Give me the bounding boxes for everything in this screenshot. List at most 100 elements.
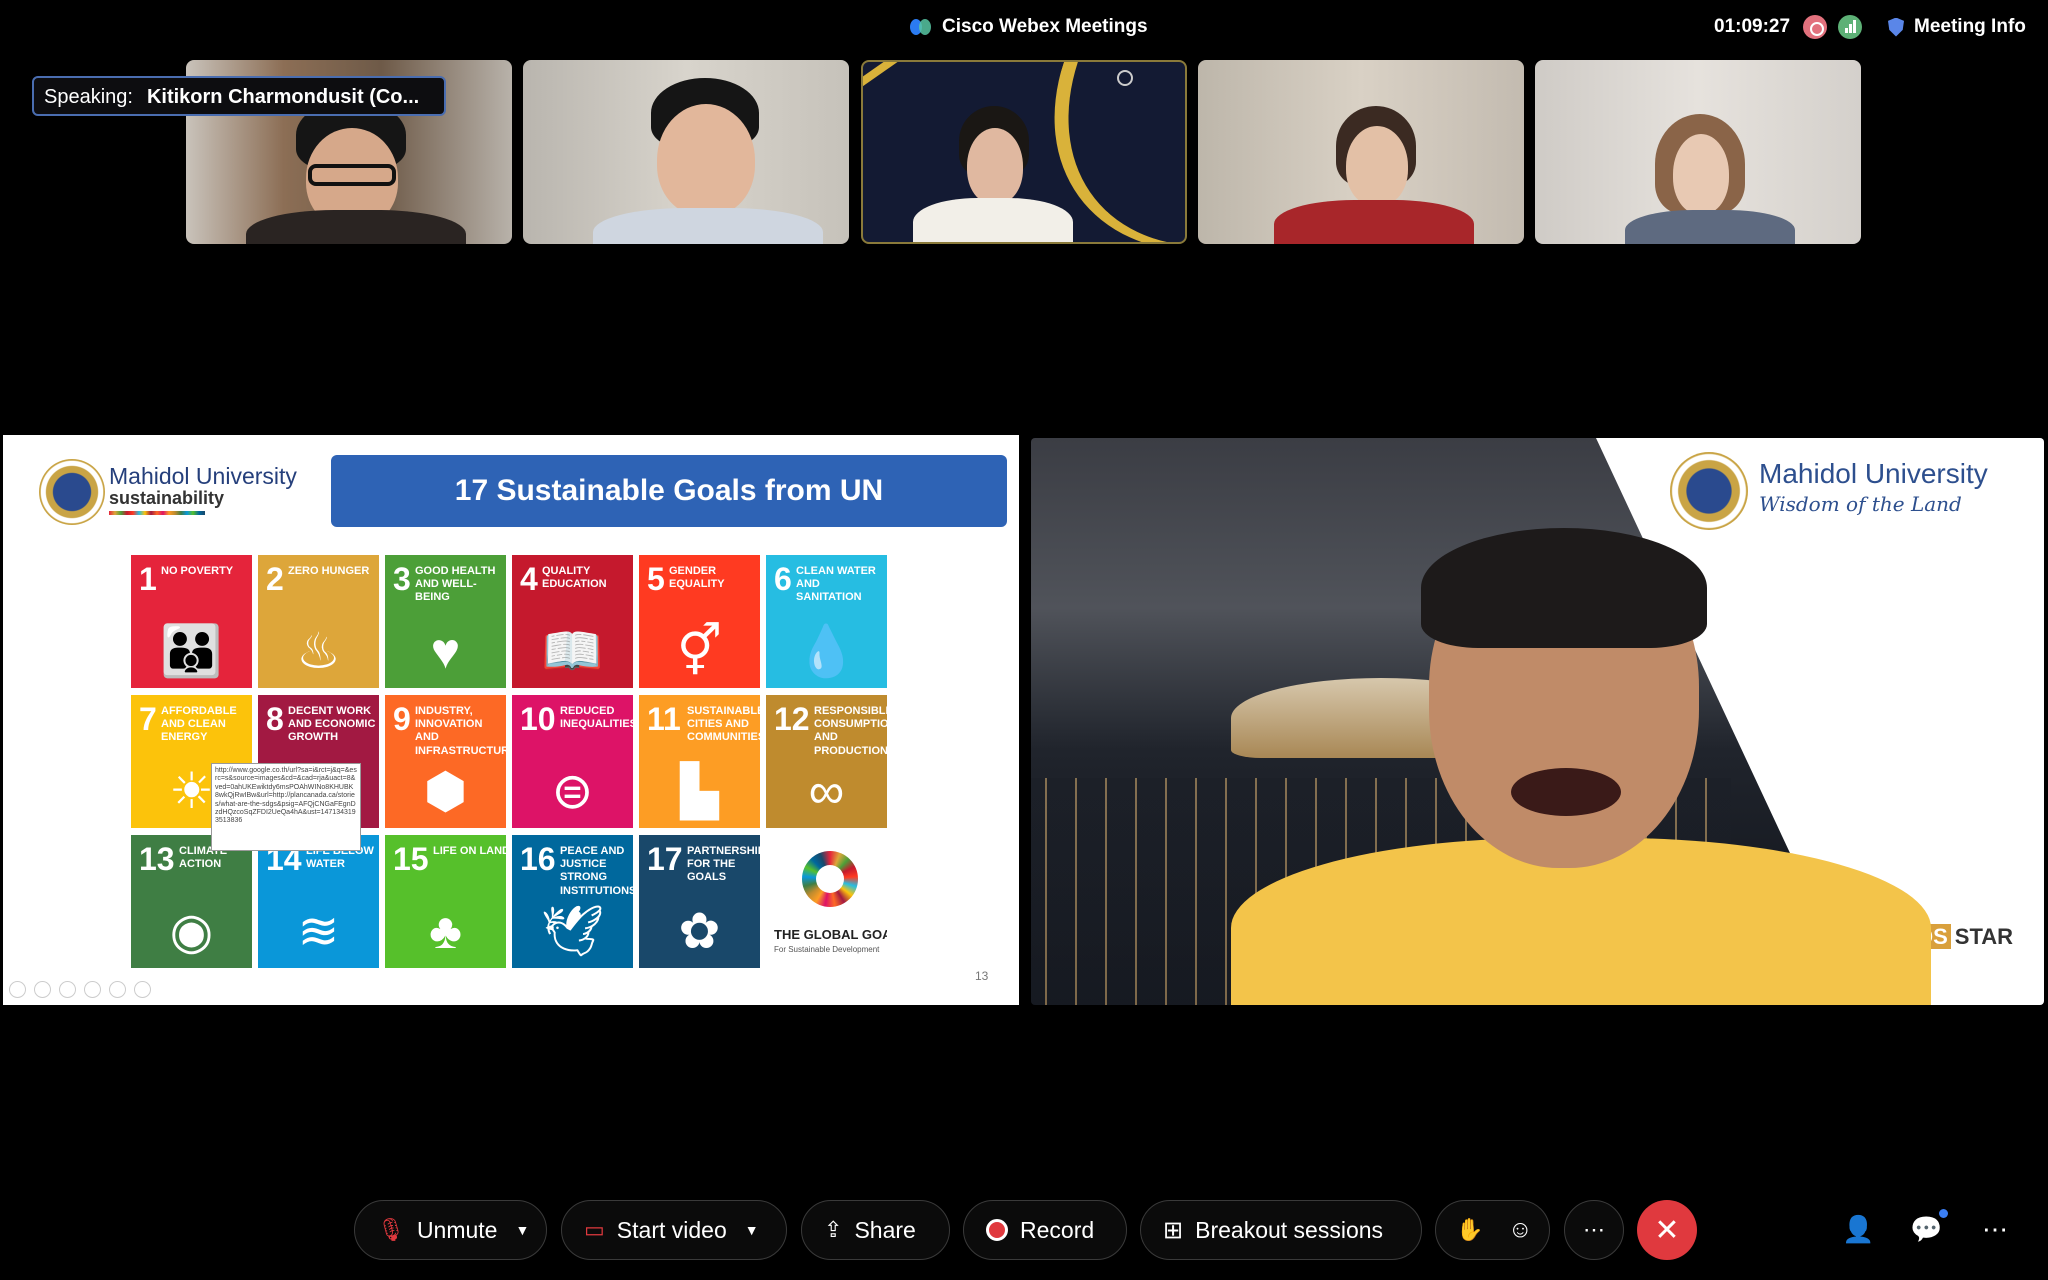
- family-icon: 👪: [160, 623, 223, 679]
- recording-status-icon[interactable]: [1803, 15, 1827, 39]
- shield-icon: [1888, 17, 1904, 37]
- more-options-icon[interactable]: [134, 981, 151, 998]
- sdg-tile: 5 Gender Equality ⚥: [639, 555, 760, 688]
- grid-view-icon[interactable]: [84, 981, 101, 998]
- heartbeat-icon: ♥: [430, 623, 461, 679]
- sdg-number: 1: [139, 561, 157, 597]
- sdg-number: 9: [393, 701, 411, 737]
- sdg-label: Life on Land: [433, 845, 506, 857]
- zoom-icon[interactable]: [109, 981, 126, 998]
- bowl-icon: ♨: [296, 623, 341, 679]
- slide-page-number: 13: [975, 969, 989, 983]
- mic-muted-icon: 🎙: [377, 1217, 405, 1242]
- more-options-button[interactable]: ⋯: [1564, 1200, 1624, 1260]
- unmute-button[interactable]: 🎙 Unmute ▼: [354, 1200, 547, 1260]
- sdg-number: 3: [393, 561, 411, 597]
- meeting-timer: 01:09:27: [1714, 16, 1791, 37]
- participant-video-3[interactable]: [861, 60, 1187, 244]
- emoji-reaction-icon[interactable]: ☺: [1508, 1216, 1533, 1244]
- prev-slide-icon[interactable]: [9, 981, 26, 998]
- network-signal-icon[interactable]: [1838, 15, 1862, 39]
- record-icon: [986, 1219, 1008, 1241]
- participants-icon[interactable]: 👤: [1842, 1214, 1874, 1245]
- record-button[interactable]: Record: [963, 1200, 1127, 1260]
- sdg-label: Partnerships for the Goals: [687, 845, 760, 884]
- video-org-motto: Wisdom of the Land: [1759, 492, 1962, 516]
- sdg-tile: 1 No Poverty 👪: [131, 555, 252, 688]
- sdg-number: 16: [520, 841, 556, 877]
- chat-icon[interactable]: 💬: [1910, 1214, 1942, 1245]
- speaker-hair: [1421, 528, 1707, 648]
- book-icon: 📖: [541, 623, 604, 679]
- sdg-label: Industry, Innovation and Infrastructure: [415, 705, 506, 757]
- chevron-down-icon[interactable]: ▼: [515, 1222, 529, 1238]
- start-video-button[interactable]: ▭ Start video ▼: [561, 1200, 787, 1260]
- infinity-icon: ∞: [808, 763, 845, 819]
- share-label: Share: [854, 1216, 916, 1243]
- sdg-tile: 17Partnerships for the Goals ✿: [639, 835, 760, 968]
- chevron-down-icon[interactable]: ▼: [745, 1222, 759, 1238]
- speaking-prefix: Speaking:: [44, 86, 133, 108]
- participant-video-4[interactable]: [1198, 60, 1524, 244]
- sdg-label: Quality Education: [542, 565, 607, 591]
- sdg-label: Good Health and Well-Being: [415, 565, 496, 604]
- global-goals-tile: THE GLOBAL GOALS For Sustainable Developm…: [766, 835, 887, 968]
- qs-label: STAR: [1954, 924, 2014, 949]
- sdg-number: 15: [393, 841, 429, 877]
- meeting-info-button[interactable]: Meeting Info: [1888, 16, 2026, 38]
- sdg-tile: 15 Life on Land ♣: [385, 835, 506, 968]
- sdg-number: 8: [266, 701, 284, 737]
- sdg-number: 4: [520, 561, 538, 597]
- sdg-number: 6: [774, 561, 792, 597]
- dove-icon: 🕊: [540, 903, 605, 959]
- active-speaker-label: Speaking: Kitikorn Charmondusit (Co...: [32, 76, 446, 116]
- link-tooltip: http://www.google.co.th/url?sa=i&rct=j&q…: [211, 763, 361, 851]
- sdg-label: Peace and Justice Strong Institutions: [560, 845, 633, 897]
- sdg-label: Reduced Inequalities: [560, 705, 633, 731]
- global-goals-ring-icon: [802, 851, 858, 907]
- equal-icon: ⊜: [551, 763, 594, 819]
- video-off-icon: ▭: [584, 1217, 605, 1242]
- sdg-tile: 3 Good Health and Well-Being ♥: [385, 555, 506, 688]
- app-title-text: Cisco Webex Meetings: [942, 16, 1148, 37]
- video-org-name: Mahidol University: [1759, 458, 1988, 489]
- sdg-number: 13: [139, 841, 175, 877]
- meeting-controls: 🎙 Unmute ▼ ▭ Start video ▼ ⇪ Share Recor…: [0, 1200, 2048, 1264]
- fish-icon: ≋: [297, 903, 340, 959]
- next-slide-icon[interactable]: [34, 981, 51, 998]
- sdg-label: Sustainable Cities and Communities: [687, 705, 760, 744]
- end-meeting-button[interactable]: ✕: [1637, 1200, 1697, 1260]
- mahidol-logo-icon: [39, 459, 105, 525]
- share-button[interactable]: ⇪ Share: [801, 1200, 950, 1260]
- shared-content-slide[interactable]: Mahidol University sustainability 17 Sus…: [3, 435, 1019, 1005]
- raise-hand-icon[interactable]: ✋: [1456, 1217, 1483, 1243]
- sdg-tile: 6 Clean Water and Sanitation 💧: [766, 555, 887, 688]
- breakout-sessions-button[interactable]: ⊞ Breakout sessions: [1140, 1200, 1422, 1260]
- sdg-label: Affordable and Clean Energy: [161, 705, 237, 744]
- participant-video-2[interactable]: [523, 60, 849, 244]
- sdg-number: 12: [774, 701, 810, 737]
- sdg-tile: 2 Zero Hunger ♨: [258, 555, 379, 688]
- sdg-tile: 4 Quality Education 📖: [512, 555, 633, 688]
- slide-controls: [9, 981, 151, 998]
- sdg-label: Responsible Consumption and Production: [814, 705, 887, 757]
- speaker-name: Kitikorn Charmondusit (Co...: [146, 86, 420, 108]
- breakout-label: Breakout sessions: [1195, 1216, 1384, 1243]
- speaker-video[interactable]: Mahidol University Wisdom of the Land QS…: [1031, 438, 2044, 1005]
- app-title: Cisco Webex Meetings: [910, 16, 1148, 38]
- participant-video-5[interactable]: [1535, 60, 1861, 244]
- breakout-grid-icon: ⊞: [1163, 1216, 1184, 1244]
- meeting-info-label: Meeting Info: [1914, 16, 2026, 37]
- chat-notification-dot: [1939, 1209, 1948, 1218]
- title-bar: Cisco Webex Meetings 01:09:27 Meeting In…: [0, 0, 2048, 54]
- speaker-mouth: [1511, 768, 1621, 816]
- more-panels-icon[interactable]: ⋯: [1982, 1214, 2008, 1245]
- slide-org-sub: sustainability: [109, 488, 225, 508]
- pen-icon[interactable]: [59, 981, 76, 998]
- slide-title: 17 Sustainable Goals from UN: [331, 455, 1007, 527]
- sdg-tile: 16 Peace and Justice Strong Institutions 🕊: [512, 835, 633, 968]
- sdg-number: 7: [139, 701, 157, 737]
- flower-rings-icon: ✿: [678, 903, 721, 959]
- city-icon: ▙: [680, 763, 719, 819]
- cubes-icon: ⬢: [423, 763, 468, 819]
